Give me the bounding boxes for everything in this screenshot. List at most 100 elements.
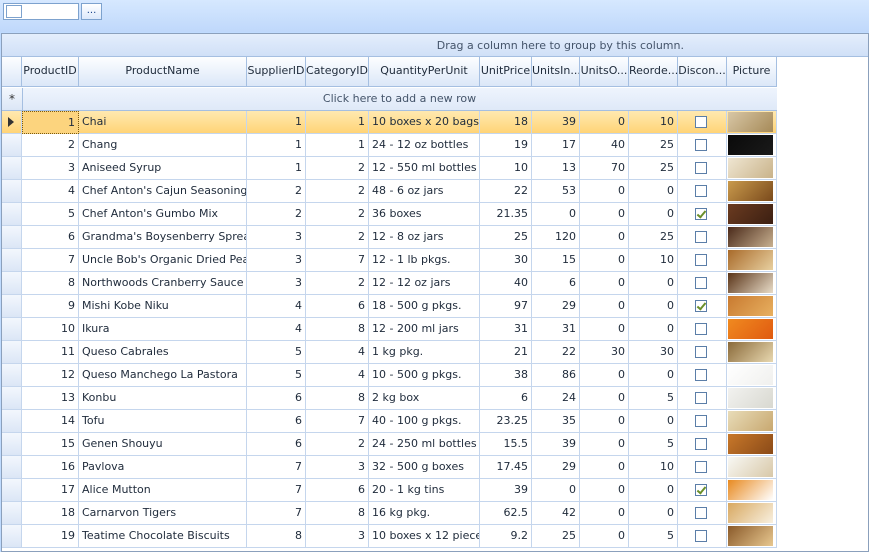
cell-price[interactable]: 17.45 [480, 456, 532, 479]
cell-instock[interactable]: 35 [532, 410, 580, 433]
cell-id[interactable]: 8 [22, 272, 79, 295]
cell-name[interactable]: Chang [79, 134, 247, 157]
row-indicator[interactable] [2, 387, 22, 410]
discontinued-checkbox[interactable] [695, 346, 707, 358]
browse-button[interactable]: ... [81, 3, 102, 20]
cell-name[interactable]: Carnarvon Tigers [79, 502, 247, 525]
cell-instock[interactable]: 31 [532, 318, 580, 341]
cell-discontinued[interactable] [678, 341, 727, 364]
cell-picture[interactable] [727, 226, 777, 249]
cell-reorder[interactable]: 0 [629, 272, 678, 295]
cell-reorder[interactable]: 10 [629, 111, 678, 134]
cell-instock[interactable]: 29 [532, 295, 580, 318]
cell-reorder[interactable]: 0 [629, 180, 678, 203]
cell-reorder[interactable]: 0 [629, 364, 678, 387]
cell-id[interactable]: 15 [22, 433, 79, 456]
cell-id[interactable]: 12 [22, 364, 79, 387]
cell-category[interactable]: 7 [306, 410, 369, 433]
cell-discontinued[interactable] [678, 180, 727, 203]
cell-picture[interactable] [727, 272, 777, 295]
cell-supplier[interactable]: 2 [247, 203, 306, 226]
cell-id[interactable]: 14 [22, 410, 79, 433]
cell-instock[interactable]: 86 [532, 364, 580, 387]
cell-picture[interactable] [727, 111, 777, 134]
cell-onorder[interactable]: 0 [580, 479, 629, 502]
table-row[interactable]: 16 Pavlova 7 3 32 - 500 g boxes 17.45 29 0 10 [2, 456, 777, 479]
cell-supplier[interactable]: 4 [247, 295, 306, 318]
column-header-disc[interactable]: Discon... [678, 57, 727, 87]
cell-price[interactable]: 30 [480, 249, 532, 272]
column-header-pic[interactable]: Picture [727, 57, 777, 87]
cell-reorder[interactable]: 10 [629, 249, 678, 272]
table-row[interactable]: 7 Uncle Bob's Organic Dried Pears 3 7 12 - 1… [2, 249, 777, 272]
layout-selector[interactable]: ... [3, 3, 102, 20]
cell-category[interactable]: 4 [306, 364, 369, 387]
cell-supplier[interactable]: 6 [247, 433, 306, 456]
cell-reorder[interactable]: 25 [629, 134, 678, 157]
cell-onorder[interactable]: 0 [580, 433, 629, 456]
cell-discontinued[interactable] [678, 157, 727, 180]
cell-qty[interactable]: 12 - 12 oz jars [369, 272, 480, 295]
row-indicator[interactable] [2, 525, 22, 548]
cell-category[interactable]: 2 [306, 433, 369, 456]
cell-onorder[interactable]: 0 [580, 180, 629, 203]
cell-discontinued[interactable] [678, 111, 727, 134]
cell-discontinued[interactable] [678, 226, 727, 249]
column-header-id[interactable]: ProductID [22, 57, 79, 87]
row-indicator[interactable] [2, 157, 22, 180]
cell-id[interactable]: 5 [22, 203, 79, 226]
cell-supplier[interactable]: 8 [247, 525, 306, 548]
cell-qty[interactable]: 24 - 250 ml bottles [369, 433, 480, 456]
table-row[interactable]: 2 Chang 1 1 24 - 12 oz bottles 19 17 40 25 [2, 134, 777, 157]
cell-qty[interactable]: 20 - 1 kg tins [369, 479, 480, 502]
cell-supplier[interactable]: 3 [247, 249, 306, 272]
cell-picture[interactable] [727, 456, 777, 479]
row-indicator[interactable] [2, 318, 22, 341]
cell-reorder[interactable]: 5 [629, 387, 678, 410]
cell-name[interactable]: Teatime Chocolate Biscuits [79, 525, 247, 548]
row-indicator[interactable] [2, 249, 22, 272]
cell-onorder[interactable]: 0 [580, 456, 629, 479]
cell-supplier[interactable]: 5 [247, 341, 306, 364]
row-indicator[interactable] [2, 364, 22, 387]
cell-supplier[interactable]: 5 [247, 364, 306, 387]
cell-name[interactable]: Alice Mutton [79, 479, 247, 502]
discontinued-checkbox[interactable] [695, 484, 707, 496]
cell-onorder[interactable]: 0 [580, 364, 629, 387]
cell-category[interactable]: 2 [306, 180, 369, 203]
cell-category[interactable]: 1 [306, 134, 369, 157]
column-header-supplier[interactable]: SupplierID [247, 57, 306, 87]
table-row[interactable]: 3 Aniseed Syrup 1 2 12 - 550 ml bottles 10 13 7… [2, 157, 777, 180]
new-row[interactable]: * Click here to add a new row [2, 88, 777, 111]
discontinued-checkbox[interactable] [695, 208, 707, 220]
cell-picture[interactable] [727, 433, 777, 456]
cell-name[interactable]: Queso Cabrales [79, 341, 247, 364]
cell-qty[interactable]: 32 - 500 g boxes [369, 456, 480, 479]
cell-discontinued[interactable] [678, 525, 727, 548]
cell-category[interactable]: 3 [306, 456, 369, 479]
cell-onorder[interactable]: 0 [580, 525, 629, 548]
row-indicator[interactable] [2, 502, 22, 525]
discontinued-checkbox[interactable] [695, 415, 707, 427]
cell-reorder[interactable]: 10 [629, 456, 678, 479]
cell-supplier[interactable]: 2 [247, 180, 306, 203]
cell-id[interactable]: 17 [22, 479, 79, 502]
table-row[interactable]: 1 Chai 1 1 10 boxes x 20 bags 18 39 0 10 [2, 111, 777, 134]
cell-picture[interactable] [727, 157, 777, 180]
cell-reorder[interactable]: 0 [629, 502, 678, 525]
cell-name[interactable]: Chef Anton's Gumbo Mix [79, 203, 247, 226]
cell-name[interactable]: Ikura [79, 318, 247, 341]
cell-id[interactable]: 9 [22, 295, 79, 318]
cell-onorder[interactable]: 0 [580, 502, 629, 525]
cell-reorder[interactable]: 5 [629, 525, 678, 548]
cell-discontinued[interactable] [678, 318, 727, 341]
cell-instock[interactable]: 39 [532, 433, 580, 456]
table-row[interactable]: 10 Ikura 4 8 12 - 200 ml jars 31 31 0 0 [2, 318, 777, 341]
cell-id[interactable]: 11 [22, 341, 79, 364]
cell-onorder[interactable]: 0 [580, 318, 629, 341]
cell-picture[interactable] [727, 295, 777, 318]
discontinued-checkbox[interactable] [695, 254, 707, 266]
cell-picture[interactable] [727, 364, 777, 387]
cell-onorder[interactable]: 0 [580, 272, 629, 295]
cell-discontinued[interactable] [678, 387, 727, 410]
